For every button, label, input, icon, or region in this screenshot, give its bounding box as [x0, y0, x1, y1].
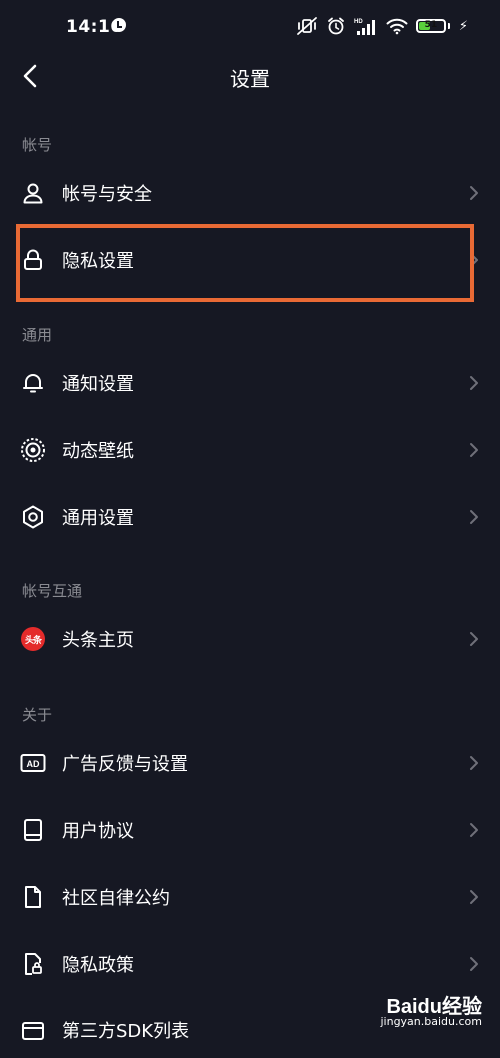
vibrate-muted-icon — [296, 17, 317, 35]
settings-item-label: 通用设置 — [62, 508, 134, 529]
charging-icon: ⚡ — [458, 18, 468, 34]
watermark-url: jingyan.baidu.com — [380, 1015, 482, 1028]
settings-item-privacy-policy[interactable]: 隐私政策 — [0, 936, 500, 992]
settings-item-notification-settings[interactable]: 通知设置 — [0, 355, 500, 411]
document-lock-icon — [20, 951, 46, 977]
clock-icon — [112, 18, 126, 32]
chevron-right-icon — [470, 186, 478, 200]
chevron-right-icon — [470, 510, 478, 524]
chevron-right-icon — [470, 823, 478, 837]
settings-item-label: 头条主页 — [62, 630, 134, 651]
status-bar: 14:16 HD 51 ⚡ — [0, 0, 500, 56]
nav-bar: 设置 — [0, 56, 500, 96]
page-title: 设置 — [230, 67, 270, 91]
chevron-right-icon — [470, 376, 478, 390]
settings-item-label: 帐号与安全 — [62, 184, 152, 205]
toutiao-icon: 头条 — [20, 626, 46, 652]
settings-item-label: 动态壁纸 — [62, 441, 134, 462]
settings-item-community-rules[interactable]: 社区自律公约 — [0, 869, 500, 925]
alarm-icon — [327, 17, 344, 35]
book-icon — [20, 817, 46, 843]
settings-item-label: 通知设置 — [62, 374, 134, 395]
battery-tip — [447, 23, 450, 29]
gear-icon — [20, 504, 46, 530]
chevron-right-icon — [470, 632, 478, 646]
box-icon — [20, 1017, 46, 1043]
section-header-interop: 帐号互通 — [22, 582, 83, 600]
settings-item-ad-feedback[interactable]: AD 广告反馈与设置 — [0, 735, 500, 791]
live-wallpaper-icon — [20, 437, 46, 463]
baidu-watermark: Baidu经验 jingyan.baidu.com — [372, 990, 482, 1028]
section-header-general: 通用 — [22, 326, 53, 344]
settings-item-live-wallpaper[interactable]: 动态壁纸 — [0, 422, 500, 478]
hd-label: HD — [354, 19, 363, 25]
section-header-about: 关于 — [22, 706, 53, 724]
ad-badge-text: AD — [27, 759, 40, 769]
ad-icon: AD — [20, 750, 46, 776]
chevron-right-icon — [470, 957, 478, 971]
settings-item-label: 社区自律公约 — [62, 888, 170, 909]
chevron-right-icon — [470, 443, 478, 457]
status-icons: HD 51 ⚡ — [296, 14, 468, 38]
chevron-right-icon — [470, 890, 478, 904]
wifi-icon — [386, 18, 408, 35]
chevron-right-icon — [470, 756, 478, 770]
settings-item-toutiao-home[interactable]: 头条 头条主页 — [0, 611, 500, 667]
settings-item-general-settings[interactable]: 通用设置 — [0, 489, 500, 545]
bell-icon — [20, 370, 46, 396]
settings-item-label: 广告反馈与设置 — [62, 754, 188, 775]
section-header-account: 帐号 — [22, 136, 53, 154]
settings-item-user-agreement[interactable]: 用户协议 — [0, 802, 500, 858]
toutiao-badge: 头条 — [21, 627, 45, 651]
signal-icon: HD — [354, 19, 375, 35]
battery-icon: 51 — [415, 19, 446, 33]
highlight-box — [16, 224, 474, 302]
settings-item-account-security[interactable]: 帐号与安全 — [0, 165, 500, 221]
document-icon — [20, 884, 46, 910]
settings-item-label: 隐私政策 — [62, 955, 134, 976]
user-icon — [20, 180, 46, 206]
settings-item-label: 用户协议 — [62, 821, 134, 842]
settings-item-label: 第三方SDK列表 — [62, 1021, 190, 1042]
battery-level: 51 — [424, 20, 438, 30]
